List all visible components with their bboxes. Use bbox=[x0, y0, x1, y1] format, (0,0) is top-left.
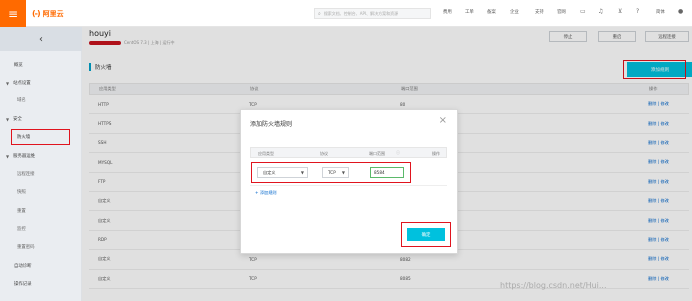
top-bar: ≡ (-) 阿里云 ⌕ 搜索文档、控制台、API、解决方案和资源 费用 工单 备… bbox=[0, 0, 692, 27]
sidebar-item-diagnose[interactable]: 自动诊断 bbox=[0, 260, 82, 272]
nav-tickets[interactable]: 工单 bbox=[465, 9, 474, 15]
brand[interactable]: (-) 阿里云 bbox=[32, 7, 64, 20]
sidebar-item-label: 快照 bbox=[17, 190, 26, 195]
caret-down-icon: ▼ bbox=[6, 153, 10, 159]
close-icon[interactable]: × bbox=[439, 115, 447, 126]
sidebar-item-snapshot[interactable]: 快照 bbox=[0, 186, 82, 198]
sidebar-item-label: 操作记录 bbox=[14, 282, 32, 287]
chevron-left-icon[interactable]: ‹ bbox=[0, 27, 82, 51]
nav-enterprise[interactable]: 企业 bbox=[510, 9, 519, 15]
highlight-confirm bbox=[401, 222, 451, 247]
sidebar-item-monitor[interactable]: 监控 bbox=[0, 223, 82, 235]
brand-name: 阿里云 bbox=[42, 9, 64, 18]
help-icon[interactable]: ⓘ bbox=[396, 150, 400, 156]
sidebar-item-label: 域名 bbox=[17, 98, 26, 103]
col-app-type: 应用类型 bbox=[258, 151, 274, 156]
add-rule-dialog: 添加防火墙规则 × 应用类型 协议 端口范围 ⓘ 操作 自定义 ▼ TCP ▼ … bbox=[240, 109, 458, 254]
nav-support[interactable]: 支持 bbox=[535, 9, 544, 15]
sidebar-item-label: 安全 bbox=[13, 117, 22, 122]
cart-icon[interactable]: ⊻ bbox=[618, 8, 622, 15]
sidebar-item-label: 重置 bbox=[17, 209, 26, 214]
sidebar-item-label: 监控 bbox=[17, 227, 26, 232]
sidebar-item-label: 远程连接 bbox=[17, 172, 35, 177]
sidebar-item-label: 服务器运维 bbox=[13, 154, 36, 159]
sidebar-item-oplog[interactable]: 操作记录 bbox=[0, 278, 82, 290]
watermark: https://blog.csdn.net/Hui... bbox=[500, 281, 607, 290]
nav-fees[interactable]: 费用 bbox=[443, 9, 452, 15]
nav-official[interactable]: 官网 bbox=[557, 9, 566, 15]
highlight-firewall bbox=[11, 129, 70, 145]
sidebar-group-ops[interactable]: ▼ 服务器运维 bbox=[0, 150, 82, 162]
sidebar-item-label: 概览 bbox=[14, 63, 23, 68]
sidebar-item-remote[interactable]: 远程连接 bbox=[0, 168, 82, 180]
col-action: 操作 bbox=[432, 151, 440, 156]
nav-filing[interactable]: 备案 bbox=[487, 9, 496, 15]
dialog-title: 添加防火墙规则 bbox=[250, 121, 293, 128]
sidebar-group-site[interactable]: ▼ 站点设置 bbox=[0, 77, 82, 89]
col-port: 端口范围 bbox=[369, 151, 385, 156]
caret-down-icon: ▼ bbox=[6, 80, 10, 86]
add-rule-link[interactable]: + 添加规则 bbox=[255, 190, 277, 196]
lang-switch[interactable]: 简体 bbox=[656, 9, 665, 15]
sidebar-item-label: 站点设置 bbox=[13, 81, 31, 86]
col-protocol: 协议 bbox=[320, 151, 328, 156]
sidebar-item-label: 重置密码 bbox=[17, 245, 35, 250]
sidebar-item-reset[interactable]: 重置 bbox=[0, 205, 82, 217]
sidebar-item-domain[interactable]: 域名 bbox=[0, 94, 82, 106]
help-icon[interactable]: ? bbox=[636, 8, 639, 15]
sidebar: ‹ 概览 ▼ 站点设置 域名 ▼ 安全 防火墙 ▼ 服务器运维 远程连接 快照 重置 … bbox=[0, 27, 82, 301]
dialog-table-header: 应用类型 协议 端口范围 ⓘ 操作 bbox=[250, 147, 447, 158]
search-placeholder: 搜索文档、控制台、API、解决方案和资源 bbox=[323, 10, 399, 16]
sidebar-item-overview[interactable]: 概览 bbox=[0, 59, 82, 71]
bell-icon[interactable]: ♫ bbox=[598, 8, 603, 15]
sidebar-group-security[interactable]: ▼ 安全 bbox=[0, 113, 82, 125]
search-input[interactable]: ⌕ 搜索文档、控制台、API、解决方案和资源 bbox=[314, 8, 431, 19]
hamburger-icon[interactable]: ≡ bbox=[0, 0, 26, 27]
sidebar-item-reset-password[interactable]: 重置密码 bbox=[0, 241, 82, 253]
user-icon[interactable]: ● bbox=[678, 8, 683, 15]
terminal-icon[interactable]: ▭ bbox=[580, 8, 586, 15]
search-icon: ⌕ bbox=[318, 10, 321, 17]
caret-down-icon: ▼ bbox=[6, 116, 10, 122]
highlight-rule-row bbox=[251, 162, 411, 183]
aliyun-logo-icon: (-) bbox=[32, 9, 41, 18]
sidebar-item-label: 自动诊断 bbox=[14, 264, 32, 269]
